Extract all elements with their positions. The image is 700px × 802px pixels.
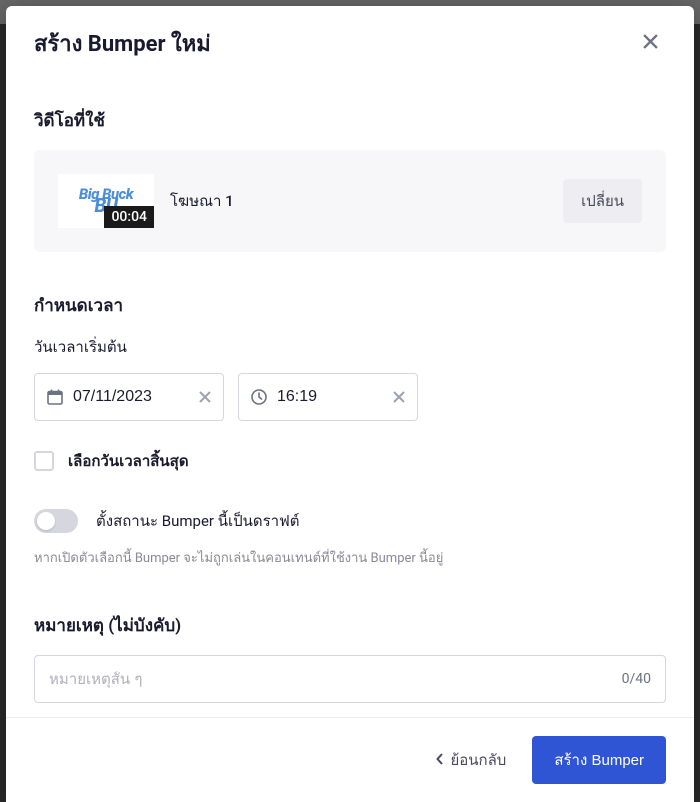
clock-icon [251, 389, 267, 405]
create-bumper-button[interactable]: สร้าง Bumper [532, 736, 666, 784]
clear-time-icon[interactable] [393, 391, 405, 403]
end-datetime-checkbox-label: เลือกวันเวลาสิ้นสุด [68, 449, 189, 473]
toggle-knob [37, 512, 55, 530]
close-icon [643, 32, 658, 55]
end-datetime-checkbox[interactable] [34, 451, 54, 471]
back-button[interactable]: ย้อนกลับ [428, 738, 514, 782]
video-thumbnail: Big Buck BU 00:04 [58, 174, 154, 228]
duration-badge: 00:04 [104, 206, 154, 228]
video-card: Big Buck BU 00:04 โฆษณา 1 เปลี่ยน [34, 150, 666, 252]
close-button[interactable] [634, 28, 666, 60]
datetime-row [34, 373, 666, 421]
time-input-group[interactable] [238, 373, 418, 421]
start-datetime-label: วันเวลาเริ่มต้น [34, 335, 666, 359]
back-button-label: ย้อนกลับ [450, 748, 506, 772]
draft-toggle-label: ตั้งสถานะ Bumper นี้เป็นดราฟต์ [96, 509, 299, 533]
calendar-icon [47, 389, 63, 405]
create-bumper-modal: สร้าง Bumper ใหม่ วิดีโอที่ใช้ Big Buck … [6, 6, 694, 802]
modal-body[interactable]: วิดีโอที่ใช้ Big Buck BU 00:04 โฆษณา 1 เ… [6, 77, 694, 717]
draft-toggle-help: หากเปิดตัวเลือกนี้ Bumper จะไม่ถูกเล่นใน… [34, 547, 666, 568]
modal-header: สร้าง Bumper ใหม่ [6, 6, 694, 77]
time-input[interactable] [277, 388, 387, 406]
modal-footer: ย้อนกลับ สร้าง Bumper [6, 717, 694, 802]
video-title: โฆษณา 1 [170, 189, 547, 213]
modal-title: สร้าง Bumper ใหม่ [34, 26, 211, 61]
date-input-group[interactable] [34, 373, 224, 421]
change-video-button[interactable]: เปลี่ยน [563, 179, 642, 223]
end-datetime-checkbox-row[interactable]: เลือกวันเวลาสิ้นสุด [34, 449, 666, 473]
note-section-heading: หมายเหตุ (ไม่บังคับ) [34, 612, 666, 639]
chevron-left-icon [436, 752, 444, 769]
note-char-count: 0/40 [622, 671, 651, 687]
date-input[interactable] [73, 388, 193, 406]
draft-toggle-row: ตั้งสถานะ Bumper นี้เป็นดราฟต์ [34, 509, 666, 533]
schedule-section-heading: กำหนดเวลา [34, 292, 666, 319]
clear-date-icon[interactable] [199, 391, 211, 403]
draft-toggle[interactable] [34, 509, 78, 533]
video-section-heading: วิดีโอที่ใช้ [34, 107, 666, 134]
note-input[interactable] [49, 671, 622, 688]
note-input-wrap[interactable]: 0/40 [34, 655, 666, 703]
